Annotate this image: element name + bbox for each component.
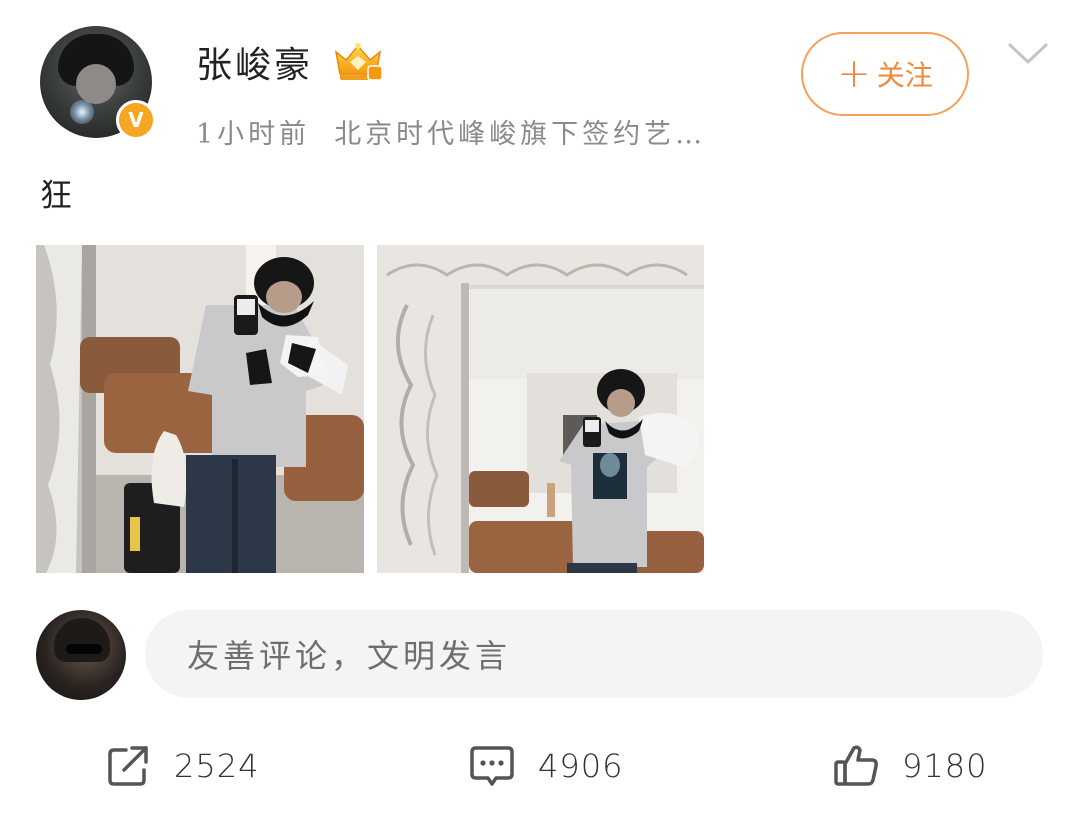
follow-button-label: 关注 <box>876 59 933 92</box>
comment-input[interactable]: 友善评论，文明发言 <box>145 610 1043 698</box>
comment-icon <box>470 746 514 786</box>
comment-button[interactable]: 4906 <box>468 740 623 792</box>
plus-icon: + <box>837 51 871 97</box>
share-count: 2524 <box>174 747 260 785</box>
post-time: 1小时前 <box>196 119 311 150</box>
comment-count: 4906 <box>538 747 624 785</box>
post-text: 狂 <box>40 176 73 214</box>
mirror-selfie-1-image <box>36 245 364 573</box>
share-button[interactable]: 2524 <box>104 740 259 792</box>
thumbs-up-icon <box>834 745 878 786</box>
like-count: 9180 <box>902 747 988 785</box>
post-meta: 1小时前 北京时代峰峻旗下签约艺… <box>196 112 706 151</box>
author-name[interactable]: 张峻豪 <box>196 36 313 88</box>
author-avatar[interactable]: V <box>40 26 156 142</box>
chevron-down-icon[interactable] <box>1008 42 1048 66</box>
mirror-selfie-2-image <box>377 245 704 573</box>
current-user-avatar[interactable] <box>36 610 126 700</box>
post-image-2[interactable] <box>377 245 704 573</box>
like-button[interactable]: 9180 <box>832 740 987 792</box>
post-source[interactable]: 北京时代峰峻旗下签约艺… <box>334 119 706 150</box>
share-icon <box>108 746 148 786</box>
verified-badge-icon: V <box>116 100 156 140</box>
crown-badge-icon[interactable] <box>330 40 386 84</box>
post-image-1[interactable] <box>36 245 364 573</box>
follow-button[interactable]: + 关注 <box>801 32 969 116</box>
